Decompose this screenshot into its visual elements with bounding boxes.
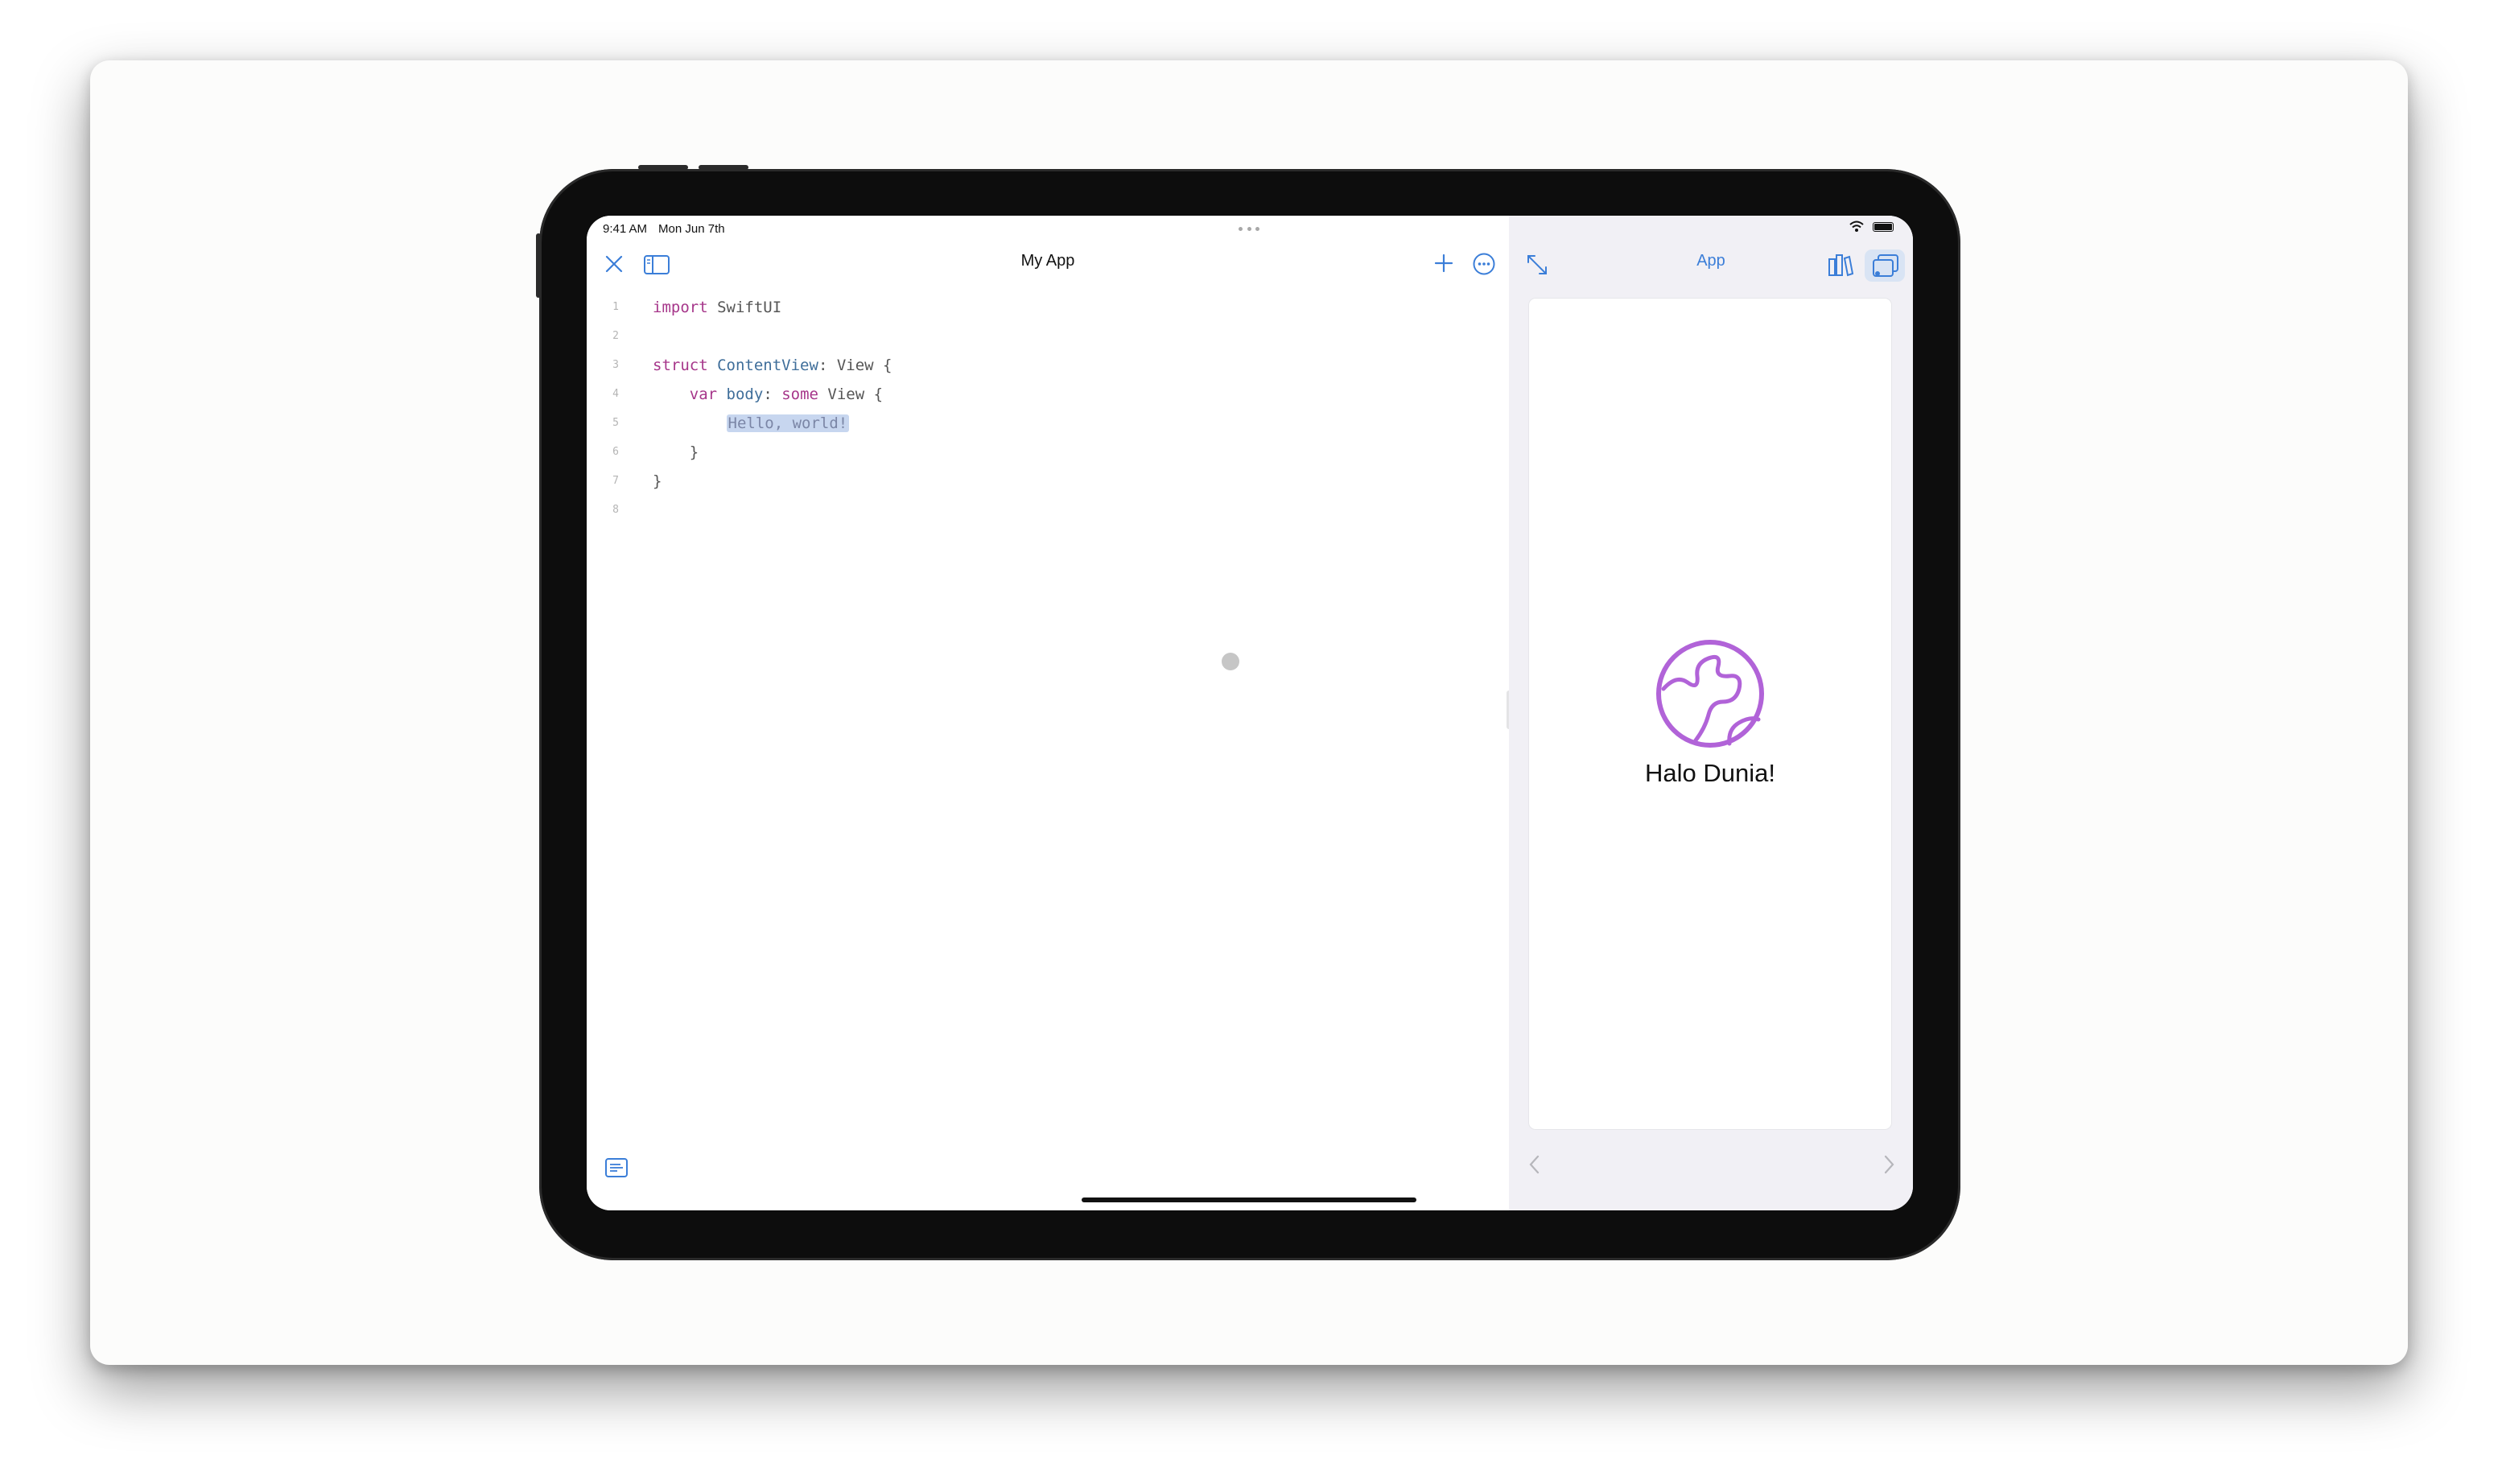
battery-icon	[1873, 221, 1894, 232]
code-token: }	[653, 443, 699, 461]
plus-icon	[1434, 254, 1453, 273]
code-token: import	[653, 299, 708, 316]
top-button	[536, 233, 541, 298]
chevron-right-icon	[1884, 1155, 1894, 1174]
code-line[interactable]: 3 struct ContentView: View {	[601, 351, 892, 380]
app-preview-canvas[interactable]: Halo Dunia!	[1529, 299, 1891, 1129]
project-title: My App	[1020, 252, 1075, 270]
library-button[interactable]	[1828, 253, 1854, 281]
code-area[interactable]: 1 import SwiftUI 2 3 struct ContentView: Vie…	[601, 293, 892, 525]
console-icon	[605, 1158, 628, 1177]
home-indicator[interactable]	[1082, 1198, 1416, 1202]
code-line[interactable]: 4 var body: some View {	[601, 380, 892, 409]
line-number: 5	[612, 417, 619, 429]
code-token: var	[689, 385, 718, 403]
code-token: some	[781, 385, 818, 403]
ellipsis-circle-icon	[1473, 253, 1495, 275]
more-button[interactable]	[1472, 252, 1496, 280]
status-date: Mon Jun 7th	[658, 222, 725, 236]
preview-pane: App Halo Dunia!	[1509, 216, 1913, 1210]
preview-forward-button[interactable]	[1882, 1154, 1895, 1179]
multitasking-handle[interactable]	[1239, 227, 1259, 232]
wifi-icon	[1849, 221, 1864, 232]
status-bar: 9:41 AM Mon Jun 7th	[603, 222, 736, 236]
status-time: 9:41 AM	[603, 222, 648, 236]
line-number: 6	[612, 446, 619, 458]
line-number: 3	[612, 359, 619, 371]
line-number: 2	[612, 330, 619, 342]
preview-back-button[interactable]	[1528, 1154, 1541, 1179]
code-token: struct	[653, 357, 708, 374]
status-icons	[1849, 221, 1894, 233]
line-number: 8	[612, 504, 619, 516]
chevron-left-icon	[1529, 1155, 1540, 1174]
greeting-text: Halo Dunia!	[1645, 759, 1775, 787]
code-token: body	[726, 385, 764, 403]
app-preview-icon	[1873, 254, 1898, 277]
line-number: 1	[612, 301, 619, 313]
code-line[interactable]: 1 import SwiftUI	[601, 293, 892, 322]
code-line[interactable]: 6 }	[601, 438, 892, 467]
code-token: :	[763, 385, 782, 403]
console-button[interactable]	[604, 1157, 629, 1182]
code-token: : View {	[818, 357, 892, 374]
line-number: 7	[612, 475, 619, 487]
pointer-cursor	[1222, 653, 1239, 670]
ipad-screen: 9:41 AM Mon Jun 7th My App 1 import SwiftU…	[587, 216, 1913, 1210]
code-token: SwiftUI	[707, 299, 782, 316]
library-icon	[1828, 254, 1854, 277]
code-line[interactable]: 5 Hello, world!	[601, 409, 892, 438]
app-preview-button[interactable]	[1870, 253, 1899, 282]
add-button[interactable]	[1433, 253, 1454, 278]
code-line[interactable]: 2	[601, 322, 892, 351]
code-editor[interactable]: 9:41 AM Mon Jun 7th My App 1 import SwiftU…	[587, 216, 1509, 1210]
volume-button	[699, 165, 748, 170]
code-token: View {	[818, 385, 884, 403]
selected-code-token: Hello, world!	[726, 414, 850, 432]
code-token: }	[653, 472, 662, 490]
code-line[interactable]: 8	[601, 496, 892, 525]
line-number: 4	[612, 388, 619, 400]
volume-button	[638, 165, 688, 170]
code-token: ContentView	[717, 357, 818, 374]
code-line[interactable]: 7}	[601, 467, 892, 496]
globe-icon	[1656, 640, 1764, 748]
